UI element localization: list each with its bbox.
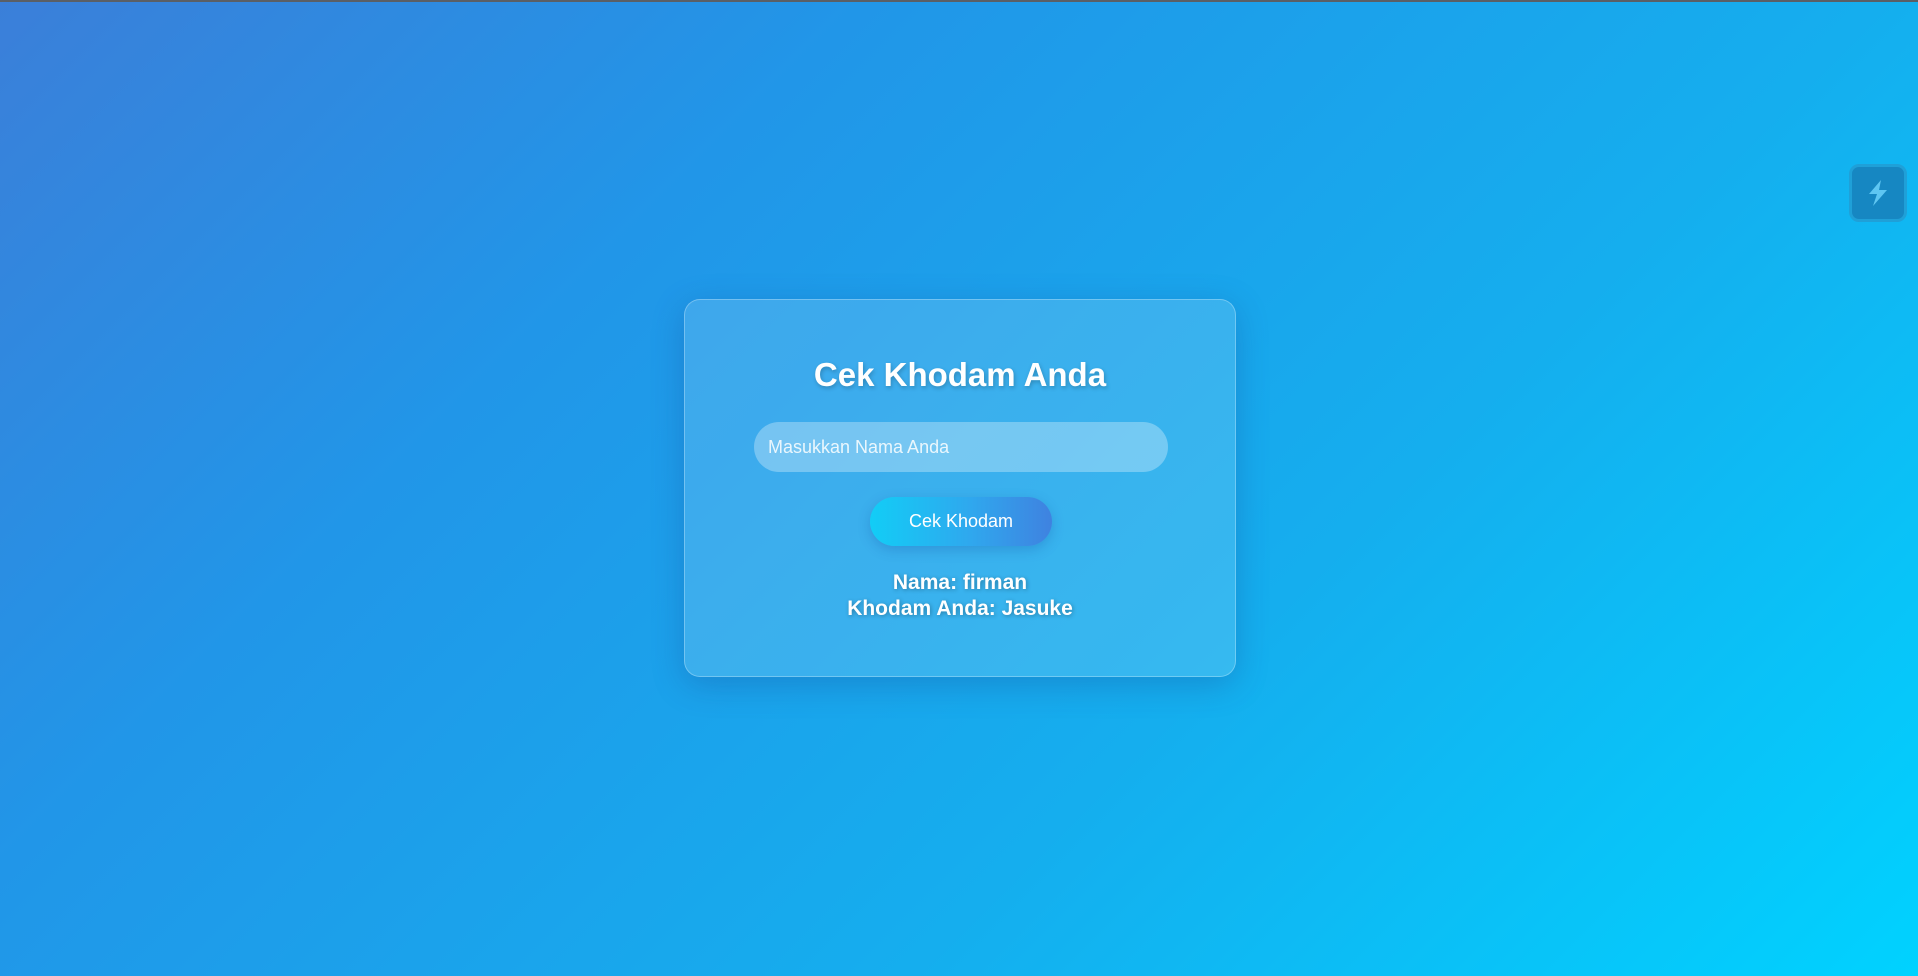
khodam-card: Cek Khodam Anda Cek Khodam Nama: firman … [684,299,1236,677]
side-extension-button[interactable] [1849,164,1907,222]
page-title: Cek Khodam Anda [813,356,1107,393]
browser-top-border [0,0,1918,2]
result-khodam: Khodam Anda: Jasuke [847,597,1073,620]
result-panel: Nama: firman Khodam Anda: Jasuke [685,570,1235,622]
name-input[interactable] [754,422,1168,472]
result-name: Nama: firman [892,571,1028,594]
lightning-bolt-icon [1869,180,1887,206]
check-khodam-button[interactable]: Cek Khodam [870,497,1052,546]
